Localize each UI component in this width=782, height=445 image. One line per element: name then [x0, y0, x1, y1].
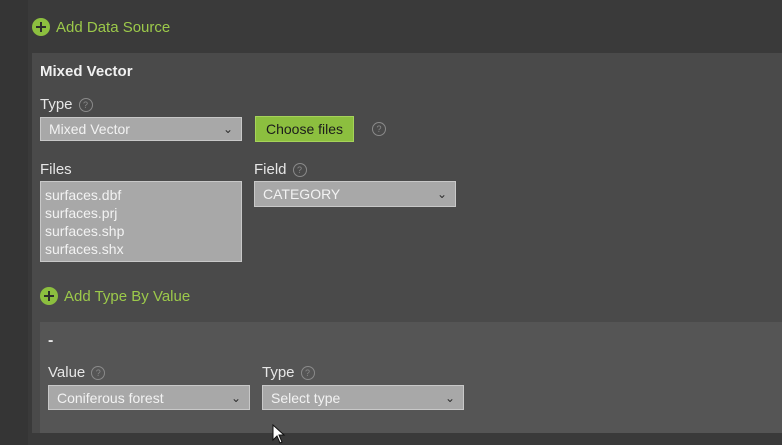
chevron-down-icon: ⌄: [230, 390, 241, 405]
add-type-by-value-label: Add Type By Value: [64, 287, 191, 305]
type-label-text: Type: [40, 96, 73, 113]
value-select[interactable]: Coniferous forest ⌄: [48, 385, 250, 410]
type-by-value-panel: - Value ? Coniferous forest ⌄ Type ? Sel…: [40, 322, 782, 433]
choose-files-button[interactable]: Choose files: [255, 116, 355, 142]
left-gutter: [0, 0, 28, 445]
panel-title: Mixed Vector: [40, 63, 133, 80]
type-select[interactable]: Mixed Vector ⌄: [40, 117, 242, 141]
type-label: Type ?: [40, 96, 93, 113]
field-select-value: CATEGORY: [263, 186, 341, 202]
plus-circle-icon: [32, 18, 50, 36]
type-select-value: Mixed Vector: [49, 121, 130, 137]
help-icon[interactable]: ?: [372, 122, 386, 136]
type-select-2[interactable]: Select type ⌄: [262, 385, 464, 410]
value-select-value: Coniferous forest: [57, 389, 164, 406]
type-select-placeholder: Select type: [271, 389, 341, 406]
add-data-source-label: Add Data Source: [56, 18, 171, 36]
file-list-item[interactable]: surfaces.dbf: [45, 186, 237, 204]
files-listbox[interactable]: surfaces.dbf surfaces.prj surfaces.shp s…: [40, 181, 242, 262]
add-data-source-link[interactable]: Add Data Source: [32, 18, 170, 36]
value-label-text: Value: [48, 364, 86, 381]
add-type-by-value-link[interactable]: Add Type By Value: [40, 287, 190, 305]
help-icon[interactable]: ?: [78, 97, 93, 112]
help-icon[interactable]: ?: [292, 162, 307, 177]
field-label: Field ?: [254, 161, 307, 178]
file-list-item[interactable]: surfaces.prj: [45, 204, 237, 222]
file-list-item[interactable]: surfaces.shp: [45, 222, 237, 240]
data-source-panel: Mixed Vector Type ? Mixed Vector ⌄ Choos…: [32, 53, 782, 433]
files-label-text: Files: [40, 161, 72, 178]
chevron-down-icon: ⌄: [436, 187, 447, 201]
type-label-text: Type: [262, 364, 295, 381]
chevron-down-icon: ⌄: [444, 390, 455, 405]
help-icon[interactable]: ?: [300, 365, 315, 380]
value-label: Value ?: [48, 364, 106, 381]
files-label: Files: [40, 161, 72, 178]
plus-circle-icon: [40, 287, 58, 305]
field-label-text: Field: [254, 161, 287, 178]
type-by-value-title: -: [48, 332, 54, 349]
field-select[interactable]: CATEGORY ⌄: [254, 181, 456, 207]
help-icon[interactable]: ?: [91, 365, 106, 380]
type-label-2: Type ?: [262, 364, 315, 381]
chevron-down-icon: ⌄: [222, 122, 233, 136]
file-list-item[interactable]: surfaces.shx: [45, 240, 237, 258]
